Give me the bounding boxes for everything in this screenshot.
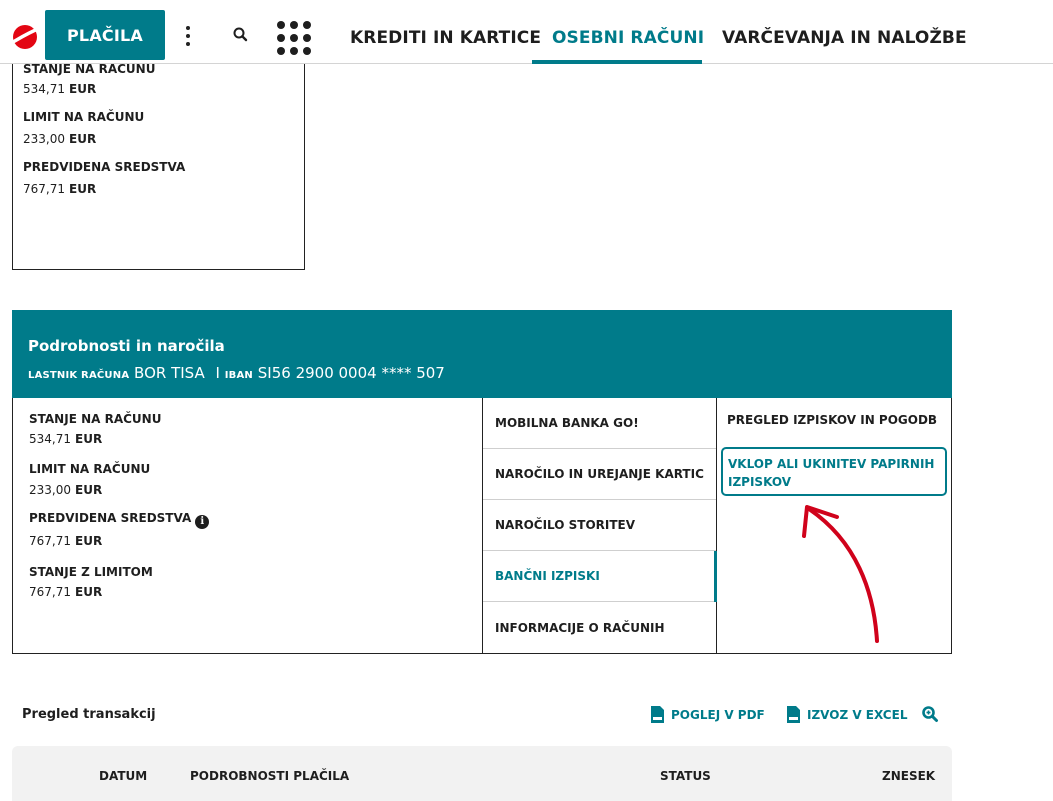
account-details-banner: Podrobnosti in naročila LASTNIK RAČUNA B… [12,310,952,398]
column-payment-details[interactable]: PODROBNOSTI PLAČILA [190,769,349,783]
menu-item-mobile-bank[interactable]: MOBILNA BANKA GO! [483,398,716,449]
balance-value: 534,71 EUR [23,82,97,96]
services-menu: MOBILNA BANKA GO! NAROČILO IN UREJANJE K… [483,398,717,653]
details-limit-value: 233,00 EUR [29,483,103,497]
active-tab-indicator [532,60,702,64]
owner-label: LASTNIK RAČUNA [28,370,130,381]
tab-savings-investments[interactable]: VARČEVANJA IN NALOŽBE [722,28,967,48]
paper-statements-toggle-button[interactable]: VKLOP ALI UKINITEV PAPIRNIH IZPISKOV [721,447,947,496]
kebab-menu-icon[interactable] [180,23,196,49]
menu-item-cards[interactable]: NAROČILO IN UREJANJE KARTIC [483,449,716,500]
details-balance-label: STANJE NA RAČUNU [29,412,162,426]
column-amount[interactable]: ZNESEK [882,769,935,783]
details-available-value: 767,71 EUR [29,534,103,548]
info-icon[interactable]: i [195,515,210,529]
tab-loans-cards[interactable]: KREDITI IN KARTICE [350,28,541,48]
limit-value: 233,00 EUR [23,132,97,146]
menu-item-bank-statements[interactable]: BANČNI IZPISKI [483,551,716,602]
transaction-search-icon[interactable] [921,705,939,723]
tab-personal-accounts[interactable]: OSEBNI RAČUNI [552,28,704,48]
iban-label: IBAN [224,370,253,381]
separator: I [215,364,220,382]
account-summary-card: STANJE NA RAČUNU 534,71 EUR LIMIT NA RAČU… [12,40,305,270]
balance-label: STANJE NA RAČUNU [23,62,156,76]
pdf-file-icon [651,706,664,723]
column-date[interactable]: DATUM [99,769,147,783]
transactions-table-header: DATUM PODROBNOSTI PLAČILA STATUS ZNESEK [12,746,952,801]
balances-column: STANJE NA RAČUNU 534,71 EUR LIMIT NA RAČU… [13,398,483,653]
details-available-label: PREDVIDENA SREDSTVA i [29,511,210,529]
export-excel-label: IZVOZ V EXCEL [807,707,908,722]
details-title: Podrobnosti in naročila [28,337,225,355]
menu-item-account-info[interactable]: INFORMACIJE O RAČUNIH [483,602,716,653]
limit-label: LIMIT NA RAČUNU [23,110,145,124]
statements-title: PREGLED IZPISKOV IN POGODB [727,413,938,427]
search-icon[interactable] [232,26,250,44]
owner-name: BOR TISA [134,364,205,382]
details-balance-value: 534,71 EUR [29,432,103,446]
details-limit-label: LIMIT NA RAČUNU [29,462,151,476]
account-owner-iban: LASTNIK RAČUNA BOR TISA I IBAN SI56 2900… [28,364,445,382]
payments-button[interactable]: PLAČILA [45,10,165,60]
menu-item-services[interactable]: NAROČILO STORITEV [483,500,716,551]
column-status[interactable]: STATUS [660,769,711,783]
details-with-limit-label: STANJE Z LIMITOM [29,565,153,579]
excel-file-icon [787,706,800,723]
available-value: 767,71 EUR [23,182,97,196]
details-with-limit-value: 767,71 EUR [29,585,103,599]
available-label: PREDVIDENA SREDSTVA [23,160,186,174]
export-excel-button[interactable]: IZVOZ V EXCEL [787,706,907,723]
apps-grid-icon[interactable] [277,21,311,55]
red-arrow-icon [802,505,879,643]
transactions-title: Pregled transakcij [22,707,156,722]
unicredit-logo-icon[interactable] [11,24,41,50]
view-pdf-button[interactable]: POGLEJ V PDF [651,706,765,723]
top-navigation: PLAČILA KREDITI IN KARTICE OSEBNI RAČUNI… [0,0,1053,64]
view-pdf-label: POGLEJ V PDF [671,707,765,722]
iban-value: SI56 2900 0004 **** 507 [257,364,445,382]
